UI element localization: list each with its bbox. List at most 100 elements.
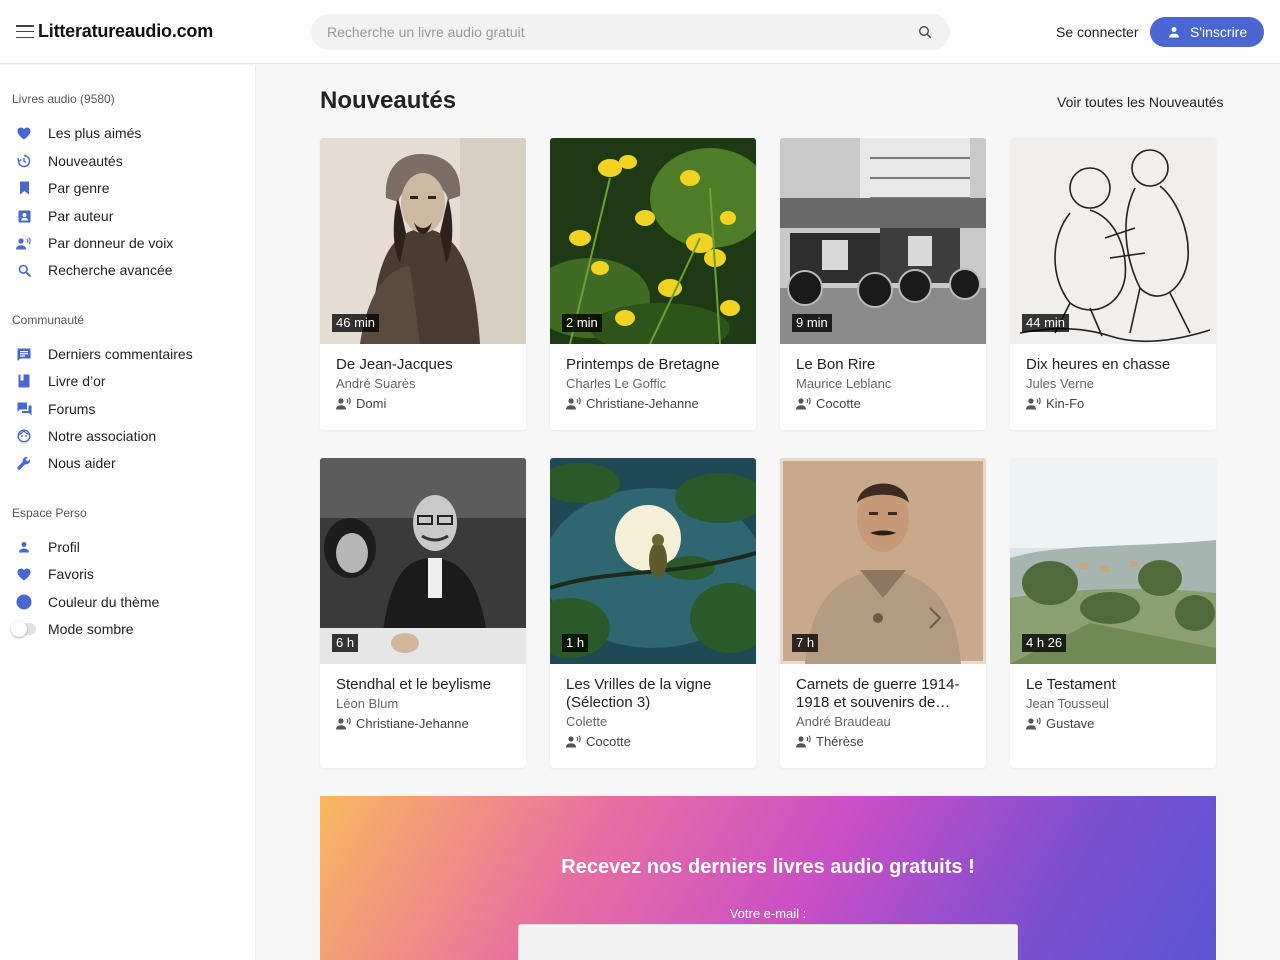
duration-badge: 6 h bbox=[332, 634, 359, 652]
sidebar-item-association[interactable]: Notre association bbox=[12, 424, 242, 448]
sidebar-item-favorites[interactable]: Favoris bbox=[12, 562, 242, 586]
voice-name: Cocotte bbox=[586, 734, 631, 749]
book-voice[interactable]: Christiane-Jehanne bbox=[336, 716, 469, 731]
sidebar-item-label: Livre d’or bbox=[48, 373, 106, 389]
sidebar-item-label: Profil bbox=[48, 539, 80, 555]
book-card[interactable]: 2 min Printemps de Bretagne Charles Le G… bbox=[550, 138, 756, 430]
search-icon bbox=[12, 262, 36, 278]
sidebar-section-title: Communauté bbox=[12, 313, 85, 327]
sidebar: Livres audio (9580) Les plus aimés Nouve… bbox=[0, 65, 256, 960]
sidebar-item-profile[interactable]: Profil bbox=[12, 535, 242, 559]
book-voice[interactable]: Cocotte bbox=[796, 396, 861, 411]
book-title[interactable]: Carnets de guerre 1914-1918 et souvenirs… bbox=[796, 676, 976, 712]
sidebar-item-voice[interactable]: Par donneur de voix bbox=[12, 231, 242, 255]
book-title[interactable]: Stendhal et le beylisme bbox=[336, 676, 516, 694]
sidebar-item-author[interactable]: Par auteur bbox=[12, 204, 242, 228]
book-author[interactable]: André Suarès bbox=[336, 376, 416, 391]
book-title[interactable]: Le Bon Rire bbox=[796, 356, 976, 374]
duration-badge: 1 h bbox=[562, 634, 589, 652]
book-title[interactable]: Printemps de Bretagne bbox=[566, 356, 746, 374]
voice-name: Thérèse bbox=[816, 734, 864, 749]
book-cover: 9 min bbox=[780, 138, 986, 344]
sidebar-item-label: Favoris bbox=[48, 566, 94, 582]
book-title[interactable]: Dix heures en chasse bbox=[1026, 356, 1206, 374]
voice-person-icon bbox=[1026, 717, 1041, 730]
voice-person-icon bbox=[796, 397, 811, 410]
top-header: Litteratureaudio.com Se connecter S'insc… bbox=[0, 0, 1280, 64]
book-voice[interactable]: Cocotte bbox=[566, 734, 631, 749]
book-voice[interactable]: Kin-Fo bbox=[1026, 396, 1084, 411]
wrench-icon bbox=[12, 455, 36, 471]
book-author[interactable]: Léon Blum bbox=[336, 696, 398, 711]
login-link[interactable]: Se connecter bbox=[1056, 24, 1139, 40]
sidebar-item-dark-mode[interactable]: Mode sombre bbox=[11, 617, 242, 641]
comment-icon bbox=[12, 346, 36, 362]
book-card[interactable]: 1 h Les Vrilles de la vigne (Sélection 3… bbox=[550, 458, 756, 768]
book-author[interactable]: Maurice Leblanc bbox=[796, 376, 891, 391]
search-input[interactable] bbox=[327, 24, 907, 40]
book-card[interactable]: 44 min Dix heures en chasse Jules Verne … bbox=[1010, 138, 1216, 430]
book-voice[interactable]: Gustave bbox=[1026, 716, 1094, 731]
book-cover: 6 h bbox=[320, 458, 526, 664]
book-author[interactable]: Charles Le Goffic bbox=[566, 376, 666, 391]
book-card[interactable]: 6 h Stendhal et le beylisme Léon Blum Ch… bbox=[320, 458, 526, 768]
book-card[interactable]: 4 h 26 Le Testament Jean Tousseul Gustav… bbox=[1010, 458, 1216, 768]
menu-icon[interactable] bbox=[16, 25, 34, 38]
sidebar-item-label: Par genre bbox=[48, 180, 110, 196]
book-title[interactable]: De Jean-Jacques bbox=[336, 356, 516, 374]
book-author[interactable]: André Braudeau bbox=[796, 714, 891, 729]
person-icon bbox=[12, 539, 36, 555]
book-author[interactable]: Colette bbox=[566, 714, 607, 729]
toggle-switch-icon[interactable] bbox=[11, 621, 36, 637]
page-title: Nouveautés bbox=[320, 87, 457, 114]
email-field[interactable] bbox=[518, 924, 1018, 960]
book-voice[interactable]: Christiane-Jehanne bbox=[566, 396, 699, 411]
site-logo[interactable]: Litteratureaudio.com bbox=[38, 21, 213, 42]
sidebar-item-guestbook[interactable]: Livre d’or bbox=[12, 369, 242, 393]
sidebar-item-label: Recherche avancée bbox=[48, 262, 173, 278]
sidebar-item-forums[interactable]: Forums bbox=[12, 397, 242, 421]
sidebar-item-help-us[interactable]: Nous aider bbox=[12, 451, 242, 475]
book-author[interactable]: Jean Tousseul bbox=[1026, 696, 1109, 711]
book-cover: 44 min bbox=[1010, 138, 1216, 344]
sidebar-item-new[interactable]: Nouveautés bbox=[12, 149, 242, 173]
color-dot-icon bbox=[12, 594, 36, 610]
duration-badge: 9 min bbox=[792, 314, 832, 332]
voice-name: Cocotte bbox=[816, 396, 861, 411]
book-card[interactable]: 46 min De Jean-Jacques André Suarès Domi bbox=[320, 138, 526, 430]
duration-badge: 2 min bbox=[562, 314, 602, 332]
search-icon[interactable] bbox=[918, 25, 932, 39]
sidebar-item-comments[interactable]: Derniers commentaires bbox=[12, 342, 242, 366]
sidebar-section-title: Espace Perso bbox=[12, 506, 87, 520]
book-card[interactable]: 9 min Le Bon Rire Maurice Leblanc Cocott… bbox=[780, 138, 986, 430]
sidebar-section-title: Livres audio (9580) bbox=[12, 92, 115, 106]
voice-person-icon bbox=[336, 717, 351, 730]
voice-person-icon bbox=[12, 235, 36, 251]
sidebar-item-label: Mode sombre bbox=[48, 621, 134, 637]
bookmark-icon bbox=[12, 180, 36, 196]
contact-card-icon bbox=[12, 208, 36, 224]
see-all-link[interactable]: Voir toutes les Nouveautés bbox=[1057, 94, 1224, 110]
book-voice[interactable]: Thérèse bbox=[796, 734, 864, 749]
voice-person-icon bbox=[796, 735, 811, 748]
forum-icon bbox=[12, 401, 36, 417]
sidebar-item-label: Forums bbox=[48, 401, 96, 417]
book-cover: 7 h bbox=[780, 458, 986, 664]
sidebar-item-advanced-search[interactable]: Recherche avancée bbox=[12, 258, 242, 282]
voice-name: Kin-Fo bbox=[1046, 396, 1085, 411]
book-author[interactable]: Jules Verne bbox=[1026, 376, 1094, 391]
signup-button[interactable]: S'inscrire bbox=[1150, 17, 1264, 47]
voice-name: Domi bbox=[356, 396, 387, 411]
book-title[interactable]: Les Vrilles de la vigne (Sélection 3) bbox=[566, 676, 746, 712]
sidebar-item-label: Derniers commentaires bbox=[48, 346, 193, 362]
sidebar-item-most-liked[interactable]: Les plus aimés bbox=[12, 121, 242, 145]
sidebar-item-theme-color[interactable]: Couleur du thème bbox=[12, 590, 242, 614]
book-card[interactable]: 7 h Carnets de guerre 1914-1918 et souve… bbox=[780, 458, 986, 768]
voice-person-icon bbox=[566, 397, 581, 410]
book-voice[interactable]: Domi bbox=[336, 396, 386, 411]
sidebar-item-label: Par donneur de voix bbox=[48, 235, 174, 251]
newsletter-title: Recevez nos derniers livres audio gratui… bbox=[561, 856, 975, 878]
sidebar-item-genre[interactable]: Par genre bbox=[12, 176, 242, 200]
book-title[interactable]: Le Testament bbox=[1026, 676, 1206, 694]
book-cover: 46 min bbox=[320, 138, 526, 344]
